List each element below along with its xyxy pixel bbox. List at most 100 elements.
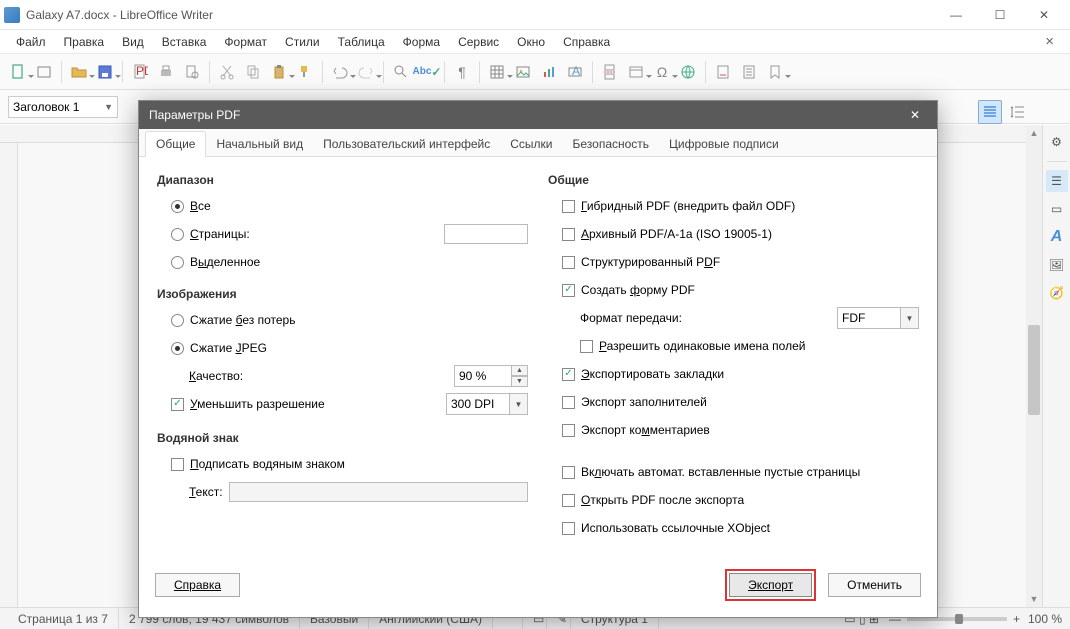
check-tagged[interactable] [562, 256, 575, 269]
sidebar-settings-icon[interactable]: ⚙ [1046, 131, 1068, 153]
insert-image-button[interactable] [511, 60, 535, 84]
check-xobject[interactable] [562, 522, 575, 535]
select-dpi[interactable]: 300 DPI▼ [446, 393, 528, 415]
paste-button[interactable] [267, 60, 291, 84]
insert-chart-button[interactable] [537, 60, 561, 84]
clone-format-button[interactable] [293, 60, 317, 84]
check-hybrid[interactable] [562, 200, 575, 213]
menu-window[interactable]: Окно [509, 33, 553, 51]
label-bookmarks: Экспортировать закладки [581, 367, 724, 381]
quality-down-icon[interactable]: ▼ [512, 376, 528, 387]
print-button[interactable] [154, 60, 178, 84]
insert-textbox-button[interactable]: A [563, 60, 587, 84]
formatting-marks-button[interactable]: ¶ [450, 60, 474, 84]
sidebar-properties-icon[interactable]: ☰ [1046, 170, 1068, 192]
check-pdfa[interactable] [562, 228, 575, 241]
help-button[interactable]: Справка [155, 573, 240, 597]
check-bookmarks[interactable] [562, 368, 575, 381]
dialog-right-column: Общие Гибридный PDF (внедрить файл ODF) … [548, 171, 919, 539]
print-preview-button[interactable] [180, 60, 204, 84]
menu-insert[interactable]: Вставка [154, 33, 215, 51]
radio-lossless[interactable] [171, 314, 184, 327]
doc-close-icon[interactable]: × [1037, 31, 1062, 52]
insert-pagebreak-button[interactable] [598, 60, 622, 84]
new-doc-button[interactable] [6, 60, 30, 84]
scroll-thumb[interactable] [1028, 325, 1040, 415]
tab-initial-view[interactable]: Начальный вид [206, 132, 313, 156]
align-justify-button[interactable] [978, 100, 1002, 124]
close-button[interactable]: ✕ [1022, 1, 1066, 29]
spellcheck-button[interactable]: Abc✓ [415, 60, 439, 84]
radio-all[interactable] [171, 200, 184, 213]
cut-button[interactable] [215, 60, 239, 84]
minimize-button[interactable]: — [934, 1, 978, 29]
line-spacing-button[interactable] [1006, 100, 1030, 124]
insert-table-button[interactable] [485, 60, 509, 84]
paragraph-style-select[interactable]: Заголовок 1 ▼ [8, 96, 118, 118]
menu-help[interactable]: Справка [555, 33, 618, 51]
label-reduce-res: Уменьшить разрешение [190, 397, 325, 411]
find-replace-button[interactable] [389, 60, 413, 84]
tab-security[interactable]: Безопасность [563, 132, 660, 156]
open-button[interactable] [67, 60, 91, 84]
tab-ui[interactable]: Пользовательский интерфейс [313, 132, 500, 156]
zoom-in-icon[interactable]: + [1013, 612, 1020, 626]
cancel-button[interactable]: Отменить [828, 573, 921, 597]
check-blank-pages[interactable] [562, 466, 575, 479]
save-button[interactable] [93, 60, 117, 84]
sidebar-gallery-icon[interactable]: 🖼 [1046, 254, 1068, 276]
insert-field-button[interactable] [624, 60, 648, 84]
menu-form[interactable]: Форма [395, 33, 448, 51]
check-sign-watermark[interactable] [171, 458, 184, 471]
insert-hyperlink-button[interactable] [676, 60, 700, 84]
templates-button[interactable] [32, 60, 56, 84]
menu-edit[interactable]: Правка [56, 33, 113, 51]
insert-endnote-button[interactable] [737, 60, 761, 84]
insert-special-char-button[interactable]: Ω [650, 60, 674, 84]
label-wm-text: Текст: [189, 485, 223, 499]
insert-bookmark-button[interactable] [763, 60, 787, 84]
check-dup-names[interactable] [580, 340, 593, 353]
radio-jpeg[interactable] [171, 342, 184, 355]
check-comments[interactable] [562, 424, 575, 437]
dialog-titlebar[interactable]: Параметры PDF ✕ [139, 101, 937, 129]
spinner-quality[interactable]: 90 %▲▼ [454, 365, 528, 387]
dialog-close-icon[interactable]: ✕ [903, 103, 927, 127]
scroll-down-icon[interactable]: ▼ [1026, 591, 1042, 607]
sidebar-navigator-icon[interactable]: 🧭 [1046, 282, 1068, 304]
menu-format[interactable]: Формат [216, 33, 275, 51]
status-page[interactable]: Страница 1 из 7 [8, 608, 119, 629]
menu-tools[interactable]: Сервис [450, 33, 507, 51]
export-button[interactable]: Экспорт [729, 573, 812, 597]
tab-signatures[interactable]: Цифровые подписи [659, 132, 789, 156]
undo-button[interactable] [328, 60, 352, 84]
insert-footnote-button[interactable] [711, 60, 735, 84]
chevron-down-icon: ▼ [901, 307, 919, 329]
menu-table[interactable]: Таблица [330, 33, 393, 51]
input-pages[interactable] [444, 224, 528, 244]
radio-pages[interactable] [171, 228, 184, 241]
vertical-ruler[interactable] [0, 143, 18, 607]
maximize-button[interactable]: ☐ [978, 1, 1022, 29]
quality-up-icon[interactable]: ▲ [512, 365, 528, 376]
copy-button[interactable] [241, 60, 265, 84]
check-reduce-res[interactable] [171, 398, 184, 411]
menu-view[interactable]: Вид [114, 33, 152, 51]
tab-links[interactable]: Ссылки [500, 132, 562, 156]
check-form[interactable] [562, 284, 575, 297]
export-pdf-button[interactable]: PDF [128, 60, 152, 84]
scroll-up-icon[interactable]: ▲ [1026, 125, 1042, 141]
dialog-left-column: Диапазон Все Страницы: Выделенное Изобра… [157, 171, 528, 539]
check-view-after[interactable] [562, 494, 575, 507]
check-placeholders[interactable] [562, 396, 575, 409]
redo-button[interactable] [354, 60, 378, 84]
tab-general[interactable]: Общие [145, 131, 206, 157]
menu-file[interactable]: Файл [8, 33, 54, 51]
sidebar-styles-icon[interactable]: A [1046, 226, 1068, 248]
menu-styles[interactable]: Стили [277, 33, 328, 51]
radio-selection[interactable] [171, 256, 184, 269]
select-submit-format[interactable]: FDF▼ [837, 307, 919, 329]
sidebar-page-icon[interactable]: ▭ [1046, 198, 1068, 220]
vertical-scrollbar[interactable]: ▲ ▼ [1026, 125, 1042, 607]
status-zoom[interactable]: 100 % [1028, 612, 1062, 626]
